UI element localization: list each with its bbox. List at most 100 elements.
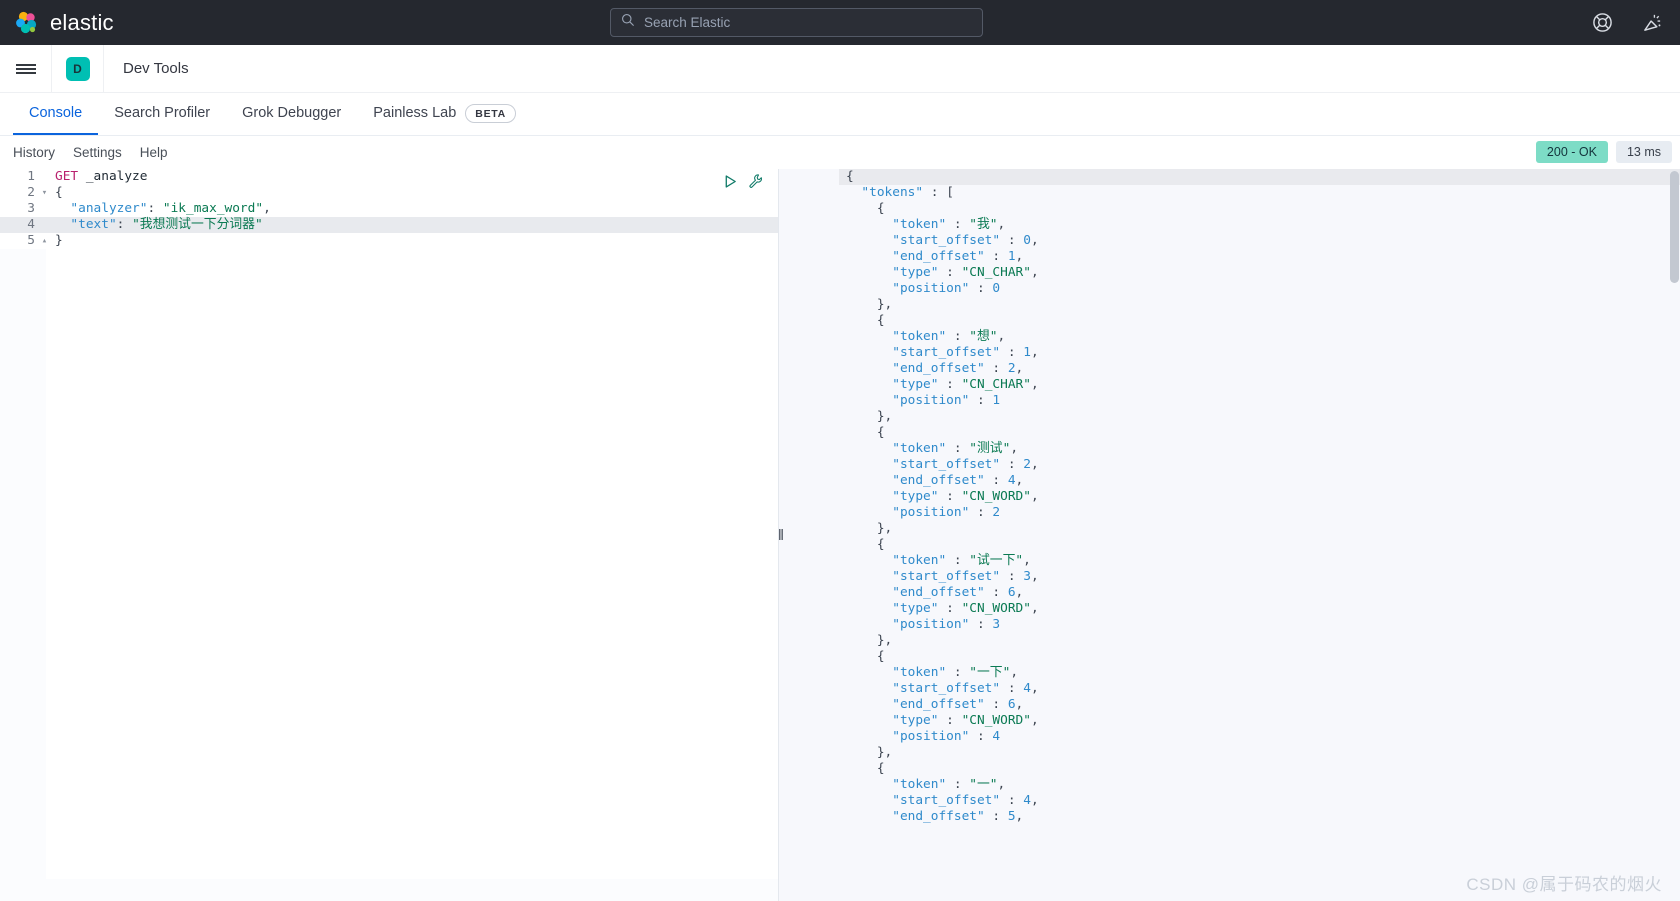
code-line[interactable]: 26 "start_offset" : 3, <box>779 569 1680 585</box>
code-token: }, <box>876 633 893 648</box>
fold-toggle-icon[interactable]: ▴ <box>40 233 49 249</box>
code-line[interactable]: 3 "analyzer": "ik_max_word", <box>0 201 778 217</box>
code-line[interactable]: 24▾ { <box>779 537 1680 553</box>
code-line[interactable]: 4 "token" : "我", <box>779 217 1680 233</box>
code-line[interactable]: 37▴ }, <box>779 745 1680 761</box>
global-search-bar[interactable]: Search Elastic <box>610 8 983 37</box>
code-line[interactable]: 30▴ }, <box>779 633 1680 649</box>
response-vertical-scrollbar[interactable] <box>1670 171 1679 901</box>
code-token: : <box>946 553 970 568</box>
code-line[interactable]: 21 "type" : "CN_WORD", <box>779 489 1680 505</box>
tab-console[interactable]: Console <box>13 93 99 135</box>
code-line[interactable]: 22 "position" : 2 <box>779 505 1680 521</box>
code-line[interactable]: 31▾ { <box>779 649 1680 665</box>
code-text: "end_offset" : 6, <box>840 585 1680 601</box>
code-line[interactable]: 12 "start_offset" : 1, <box>779 345 1680 361</box>
code-line[interactable]: 23▴ }, <box>779 521 1680 537</box>
code-line[interactable]: 8 "position" : 0 <box>779 281 1680 297</box>
editor-bottom-strip <box>0 879 778 901</box>
brand[interactable]: elastic <box>0 10 114 36</box>
code-token: : <box>946 777 970 792</box>
code-line[interactable]: 15 "position" : 1 <box>779 393 1680 409</box>
hamburger-menu-icon[interactable] <box>0 44 52 93</box>
code-text: "end_offset" : 2, <box>840 361 1680 377</box>
history-button[interactable]: History <box>13 145 55 160</box>
request-editor-pane[interactable]: 1 GET _analyze 2 ▾ {3 "analyzer": "ik_max_wo… <box>0 169 779 901</box>
code-token: "测试" <box>969 441 1011 456</box>
code-token: : <box>984 697 1008 712</box>
code-line[interactable]: 27 "end_offset" : 6, <box>779 585 1680 601</box>
pane-splitter-handle[interactable]: ‖ <box>775 169 785 901</box>
code-line[interactable]: 18 "token" : "测试", <box>779 441 1680 457</box>
code-line[interactable]: 19 "start_offset" : 2, <box>779 457 1680 473</box>
code-line[interactable]: 16▴ }, <box>779 409 1680 425</box>
response-code-lines[interactable]: 1▾{2▾ "tokens" : [3▾ {4 "token" : "我",5 … <box>779 169 1680 825</box>
code-text: "token" : "测试", <box>840 441 1680 457</box>
code-line[interactable]: 5 ▴} <box>0 233 778 249</box>
code-line[interactable]: 28 "type" : "CN_WORD", <box>779 601 1680 617</box>
code-token: : <box>1000 569 1024 584</box>
code-text: }, <box>840 297 1680 313</box>
code-line[interactable]: 38▾ { <box>779 761 1680 777</box>
code-line[interactable]: 7 "type" : "CN_CHAR", <box>779 265 1680 281</box>
tab-grok-debugger[interactable]: Grok Debugger <box>226 93 357 135</box>
code-line[interactable]: 2▾ "tokens" : [ <box>779 185 1680 201</box>
code-line[interactable]: 1 GET _analyze <box>0 169 778 185</box>
search-input[interactable]: Search Elastic <box>644 15 730 30</box>
editor-gutter-background <box>0 169 46 901</box>
code-line[interactable]: 9▴ }, <box>779 297 1680 313</box>
code-token: : <box>984 473 1008 488</box>
code-line[interactable]: 1▾{ <box>779 169 1680 185</box>
code-line[interactable]: 25 "token" : "试一下", <box>779 553 1680 569</box>
code-line[interactable]: 3▾ { <box>779 201 1680 217</box>
scrollbar-thumb[interactable] <box>1670 171 1679 283</box>
code-text: "position" : 2 <box>840 505 1680 521</box>
code-line[interactable]: 4 "text": "我想测试一下分词器" <box>0 217 778 233</box>
code-line[interactable]: 6 "end_offset" : 1, <box>779 249 1680 265</box>
response-time-badge: 13 ms <box>1615 141 1672 163</box>
code-token: "CN_WORD" <box>961 489 1031 504</box>
request-code-lines[interactable]: 1 GET _analyze 2 ▾ {3 "analyzer": "ik_max_wo… <box>0 169 778 249</box>
code-token: "token" <box>892 665 947 680</box>
code-line[interactable]: 13 "end_offset" : 2, <box>779 361 1680 377</box>
code-line[interactable]: 34 "end_offset" : 6, <box>779 697 1680 713</box>
response-viewer-pane[interactable]: 1▾{2▾ "tokens" : [3▾ {4 "token" : "我",5 … <box>779 169 1680 901</box>
code-token: , <box>1030 793 1039 808</box>
code-line[interactable]: 29 "position" : 3 <box>779 617 1680 633</box>
code-token: : <box>969 393 993 408</box>
code-text: "position" : 3 <box>840 617 1680 633</box>
tab-search-profiler[interactable]: Search Profiler <box>98 93 226 135</box>
code-line[interactable]: 14 "type" : "CN_CHAR", <box>779 377 1680 393</box>
code-line[interactable]: 40 "start_offset" : 4, <box>779 793 1680 809</box>
code-line[interactable]: 33 "start_offset" : 4, <box>779 681 1680 697</box>
code-line[interactable]: 2 ▾ { <box>0 185 778 201</box>
send-request-play-icon[interactable] <box>723 174 738 194</box>
code-token: 2 <box>1023 457 1031 472</box>
code-line[interactable]: 20 "end_offset" : 4, <box>779 473 1680 489</box>
wrench-tools-icon[interactable] <box>748 173 764 194</box>
code-line[interactable]: 41 "end_offset" : 5, <box>779 809 1680 825</box>
help-lifebuoy-icon[interactable] <box>1592 12 1614 34</box>
line-number: 5 <box>27 233 35 248</box>
code-line[interactable]: 32 "token" : "一下", <box>779 665 1680 681</box>
code-token: "position" <box>892 281 970 296</box>
line-number: 2 <box>27 185 35 200</box>
code-line[interactable]: 39 "token" : "一", <box>779 777 1680 793</box>
code-line[interactable]: 11 "token" : "想", <box>779 329 1680 345</box>
fold-toggle-icon[interactable]: ▾ <box>40 185 49 201</box>
help-button[interactable]: Help <box>140 145 168 160</box>
code-line[interactable]: 17▾ { <box>779 425 1680 441</box>
tab-painless-lab[interactable]: Painless Lab BETA <box>357 93 532 135</box>
settings-button[interactable]: Settings <box>73 145 122 160</box>
code-line[interactable]: 35 "type" : "CN_WORD", <box>779 713 1680 729</box>
code-line[interactable]: 10▾ { <box>779 313 1680 329</box>
code-line[interactable]: 36 "position" : 4 <box>779 729 1680 745</box>
announcements-megaphone-icon[interactable] <box>1642 12 1664 34</box>
code-line[interactable]: 5 "start_offset" : 0, <box>779 233 1680 249</box>
